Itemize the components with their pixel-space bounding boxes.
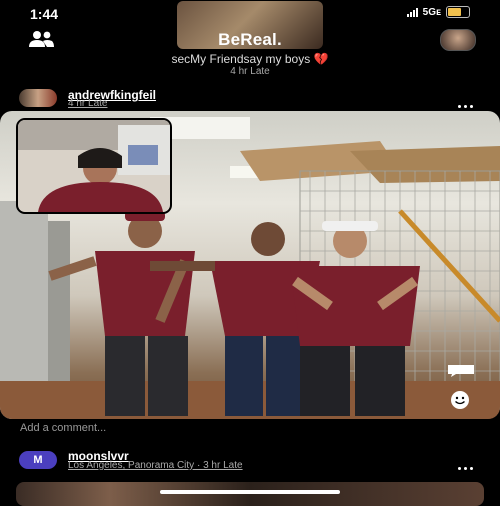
profile-avatar[interactable] (440, 29, 476, 51)
post2-photo[interactable] (16, 482, 484, 506)
status-time: 1:44 (30, 6, 59, 22)
battery-icon (446, 6, 470, 18)
comment-icon[interactable] (446, 364, 476, 378)
avatar-initial: M (33, 454, 43, 466)
post2-location-time: Los Angeles, Panorama City · 3 hr Late (68, 460, 243, 471)
network-label: 5Gᴇ (422, 6, 441, 18)
home-indicator[interactable] (160, 490, 340, 494)
inset-scene (18, 120, 170, 212)
realmoji-icon[interactable] (445, 390, 475, 410)
signal-icon (406, 7, 418, 17)
post-time: 4 hr Late (68, 98, 108, 109)
bereal-logo: BeReal. (218, 30, 282, 49)
header-caption: secMy Friendsay my boys 💔 (0, 52, 500, 66)
more-options-icon[interactable] (458, 457, 478, 470)
status-indicators: 5Gᴇ (406, 6, 470, 18)
front-camera-inset[interactable] (16, 118, 172, 214)
header-late-label: 4 hr Late (230, 66, 270, 77)
post2-avatar[interactable]: M (19, 451, 57, 469)
more-options-icon[interactable] (458, 95, 478, 108)
post-avatar[interactable] (19, 89, 57, 107)
add-comment-input[interactable]: Add a comment... (20, 422, 106, 434)
caption-text: secMy Friendsay my boys (171, 52, 311, 66)
broken-heart-icon: 💔 (313, 52, 329, 66)
